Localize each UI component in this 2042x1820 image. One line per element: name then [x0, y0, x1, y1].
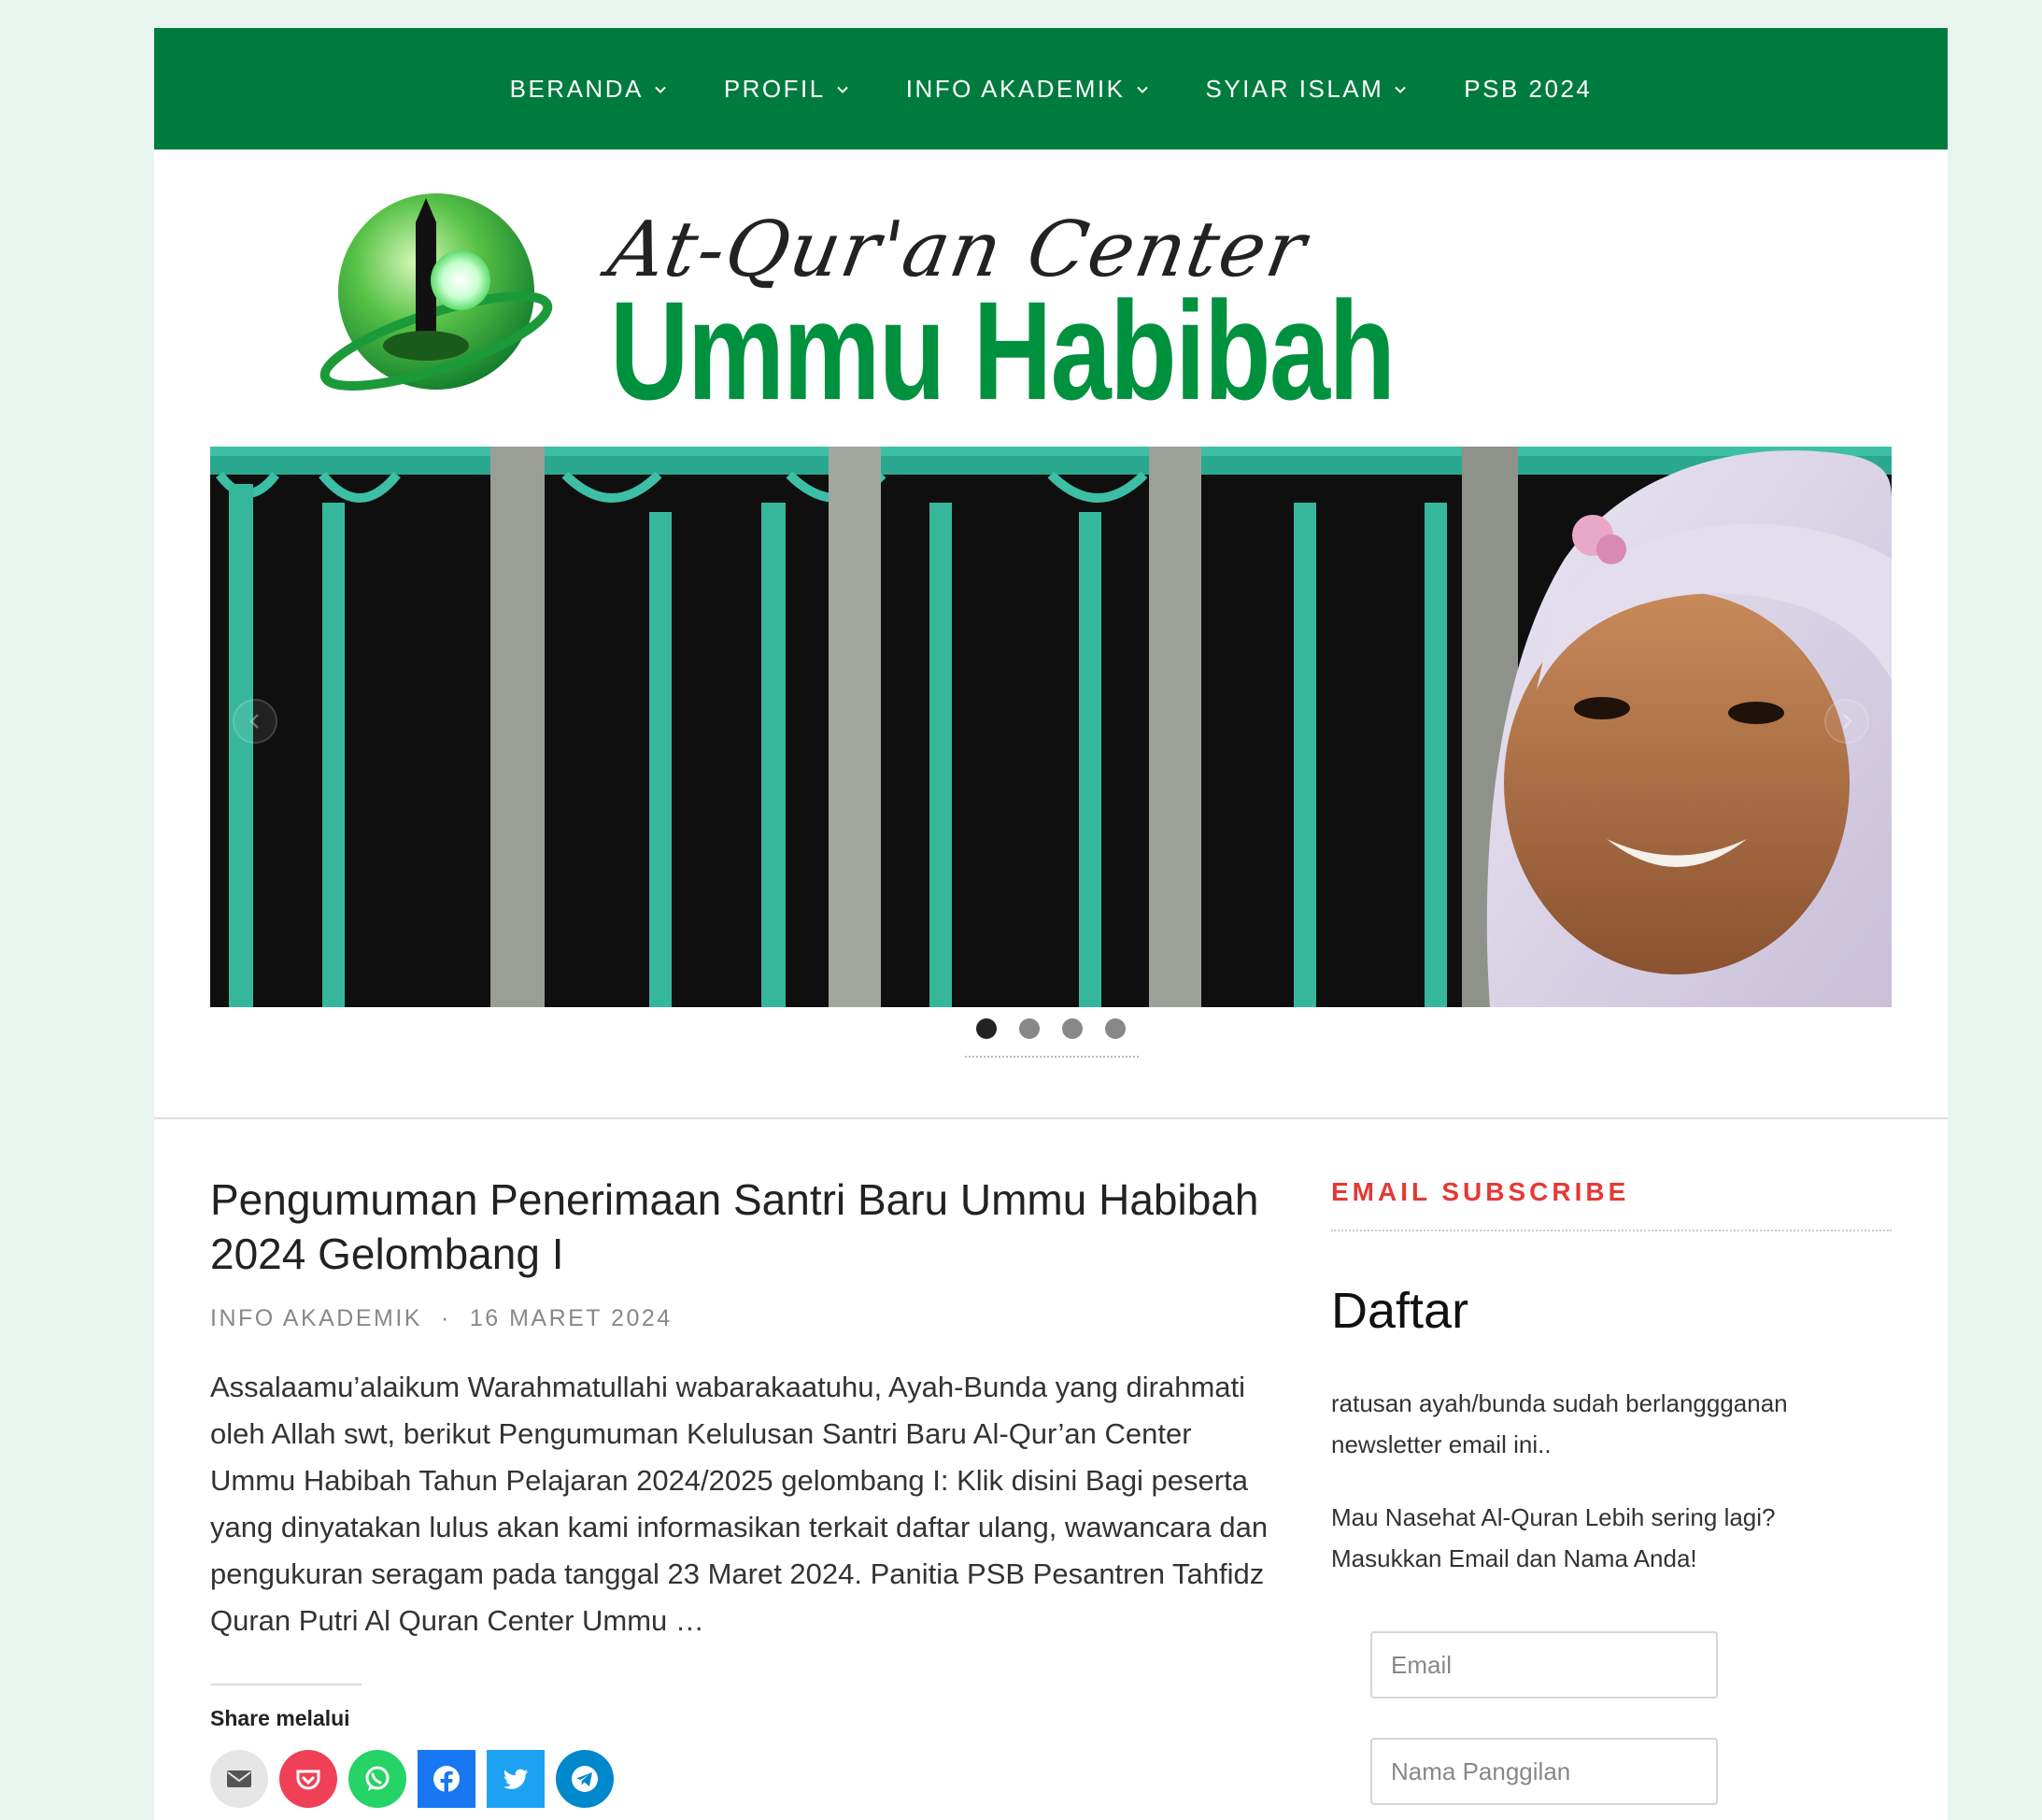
sidebar: EMAIL SUBSCRIBE Daftar ratusan ayah/bund…: [1331, 1177, 1892, 1805]
slider-dot[interactable]: [1019, 1018, 1040, 1039]
chevron-left-icon: [249, 714, 259, 729]
slider-dot[interactable]: [1062, 1018, 1083, 1039]
widget-divider: [1331, 1230, 1892, 1231]
site-logo[interactable]: At-Qur'an Center Ummu Habibah: [313, 187, 1396, 420]
nav-item-psb-2024[interactable]: PSB 2024: [1464, 75, 1592, 104]
post-date[interactable]: 16 MARET 2024: [470, 1305, 673, 1331]
section-divider: [154, 1117, 1948, 1119]
chevron-down-icon: [653, 75, 668, 104]
nav-item-syiar-islam[interactable]: SYIAR ISLAM: [1206, 75, 1409, 104]
chevron-right-icon: [1843, 714, 1852, 729]
share-whatsapp-button[interactable]: [348, 1750, 406, 1808]
subscribe-heading: Daftar: [1331, 1283, 1469, 1339]
email-field[interactable]: [1370, 1631, 1718, 1699]
share-twitter-button[interactable]: [487, 1750, 545, 1808]
facebook-icon: [433, 1766, 460, 1792]
email-icon: [227, 1770, 251, 1787]
nav-item-beranda[interactable]: BERANDA: [510, 75, 668, 104]
share-email-button[interactable]: [210, 1750, 268, 1808]
page: BERANDA PROFIL INFO AKADEMIK SYIAR ISLAM…: [154, 28, 1948, 1820]
share-pocket-button[interactable]: [279, 1750, 337, 1808]
slider-dot[interactable]: [1105, 1018, 1126, 1039]
nav-item-label: SYIAR ISLAM: [1205, 74, 1384, 103]
telegram-icon: [572, 1766, 598, 1792]
meta-separator: ·: [440, 1305, 451, 1331]
post-card: Pengumuman Penerimaan Santri Baru Ummu H…: [210, 1173, 1275, 1808]
chevron-down-icon: [1393, 75, 1408, 104]
post-title[interactable]: Pengumuman Penerimaan Santri Baru Ummu H…: [210, 1173, 1275, 1281]
share-label: Share melalui: [210, 1706, 350, 1730]
post-meta: INFO AKADEMIK · 16 MARET 2024: [210, 1305, 1275, 1332]
nav-item-info-akademik[interactable]: INFO AKADEMIK: [906, 75, 1150, 104]
share-buttons: [210, 1750, 1275, 1808]
nav-item-label: INFO AKADEMIK: [905, 74, 1126, 103]
nickname-field[interactable]: [1370, 1738, 1718, 1805]
nav-item-profil[interactable]: PROFIL: [724, 75, 850, 104]
chevron-down-icon: [1135, 75, 1150, 104]
post-category[interactable]: INFO AKADEMIK: [210, 1305, 422, 1331]
mosque-globe-emblem-icon: [313, 187, 565, 420]
whatsapp-icon: [365, 1766, 390, 1791]
slider-prev-button[interactable]: [233, 699, 277, 744]
subscribe-description: ratusan ayah/bunda sudah berlanggganan n…: [1331, 1389, 1788, 1458]
nav-item-label: PROFIL: [723, 74, 826, 103]
logo-brand-text: Ummu Habibah: [610, 272, 1396, 429]
share-telegram-button[interactable]: [556, 1750, 614, 1808]
widget-title: EMAIL SUBSCRIBE: [1331, 1177, 1630, 1206]
share-divider: [210, 1684, 362, 1685]
subscribe-prompt: Mau Nasehat Al-Quran Lebih sering lagi? …: [1331, 1503, 1776, 1572]
pagination-divider: [965, 1056, 1139, 1058]
nav-item-label: BERANDA: [509, 74, 644, 103]
twitter-icon: [503, 1769, 529, 1789]
image-slider[interactable]: [210, 447, 1892, 1007]
slider-pagination: [154, 1018, 1948, 1046]
post-excerpt: Assalaamu’alaikum Warahmatullahi wabarak…: [210, 1371, 1269, 1637]
slider-next-button[interactable]: [1824, 699, 1869, 744]
pocket-icon: [296, 1770, 320, 1790]
slider-dot[interactable]: [976, 1018, 997, 1039]
share-facebook-button[interactable]: [418, 1750, 475, 1808]
chevron-down-icon: [835, 75, 850, 104]
slide-image: [210, 447, 1892, 1007]
main-nav: BERANDA PROFIL INFO AKADEMIK SYIAR ISLAM…: [154, 28, 1948, 149]
nav-item-label: PSB 2024: [1464, 74, 1593, 103]
